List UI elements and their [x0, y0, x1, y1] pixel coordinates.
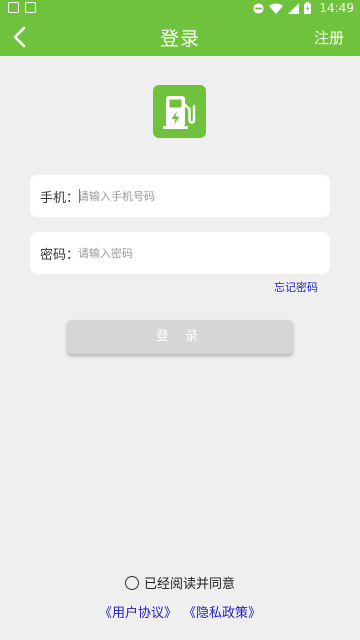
- page-title: 登录: [159, 28, 200, 50]
- wifi-icon: [269, 3, 284, 14]
- privacy-policy-link[interactable]: 《隐私政策》: [183, 602, 261, 621]
- status-bar: 14:49: [0, 0, 360, 18]
- password-label: 密码：: [40, 248, 80, 263]
- signal-icon: [288, 2, 300, 14]
- phone-field[interactable]: 手机：: [30, 175, 330, 217]
- notification-icons: [8, 2, 36, 13]
- app-notification-icon: [25, 2, 36, 13]
- login-button[interactable]: 登 录: [67, 320, 293, 354]
- policy-links: 《用户协议》 《隐私政策》: [0, 602, 360, 621]
- system-icons: 14:49: [253, 1, 354, 15]
- phone-label: 手机：: [40, 191, 80, 206]
- agreement-text: 已经阅读并同意: [143, 577, 235, 592]
- password-input[interactable]: [78, 241, 318, 265]
- charging-station-icon: [163, 96, 196, 129]
- phone-input[interactable]: [78, 184, 318, 208]
- image-notification-icon: [8, 2, 19, 13]
- forgot-password-link[interactable]: 忘记密码: [274, 279, 318, 295]
- app-bar: 登录 注册: [0, 18, 360, 56]
- user-agreement-link[interactable]: 《用户协议》: [99, 602, 177, 621]
- battery-icon: [304, 2, 312, 14]
- password-field[interactable]: 密码：: [30, 232, 330, 274]
- register-link[interactable]: 注册: [314, 27, 344, 48]
- agree-radio[interactable]: [124, 575, 139, 590]
- status-time: 14:49: [319, 1, 354, 15]
- app-logo: [153, 85, 206, 138]
- do-not-disturb-icon: [253, 2, 264, 14]
- agreement-row: 已经阅读并同意: [0, 573, 360, 592]
